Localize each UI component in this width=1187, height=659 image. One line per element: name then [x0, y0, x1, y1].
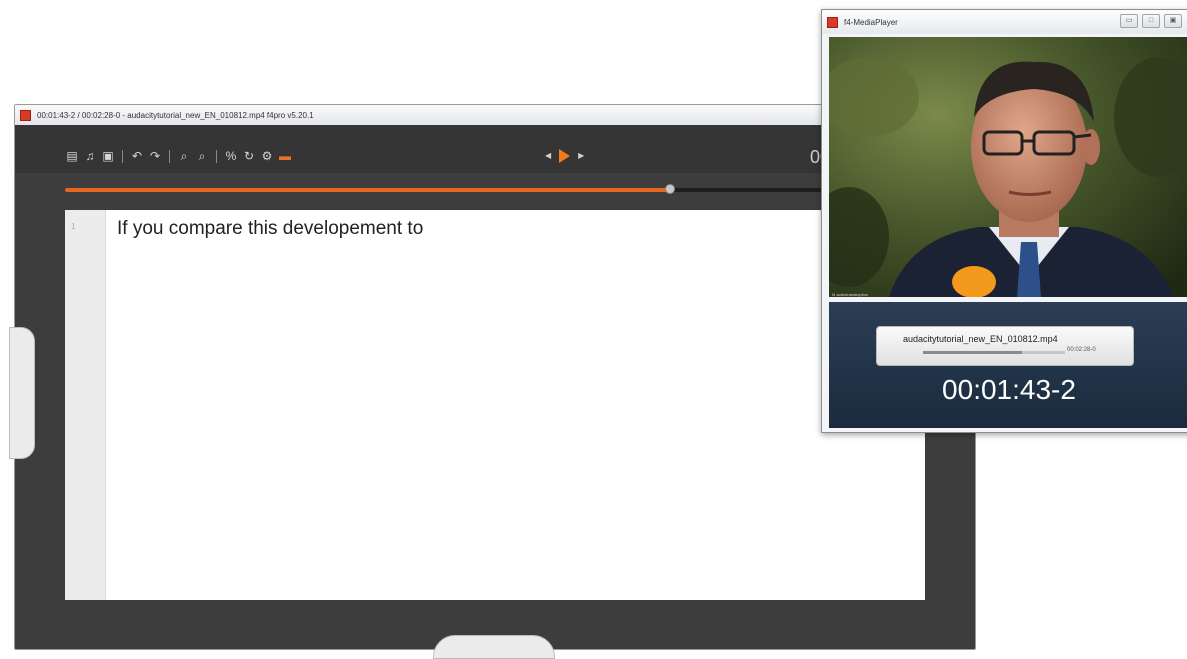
player-duration: 00:02:28-0: [1067, 347, 1096, 353]
window-controls: ▭ □ ▣: [1120, 14, 1182, 28]
refresh-icon[interactable]: ↻: [242, 149, 256, 163]
video-caption: f4 audiotranskription: [832, 292, 869, 297]
music-note-icon[interactable]: ♫: [83, 149, 97, 163]
bottom-panel-handle[interactable]: [433, 635, 555, 659]
close-button[interactable]: ▣: [1164, 14, 1182, 28]
side-panel-handle[interactable]: [9, 327, 35, 459]
document-icon[interactable]: ▤: [65, 149, 79, 163]
toolbar-divider: [216, 149, 217, 163]
tool-group: ▤ ♫ ▣ ↶ ↷ ⌕ ⌕ % ↻ ⚙ ▬: [65, 149, 292, 163]
rewind-icon[interactable]: ◀: [545, 149, 551, 163]
transport-controls: ◀ ▶: [545, 149, 584, 163]
line-number-gutter: 1: [65, 210, 106, 600]
main-window-title: 00:01:43-2 / 00:02:28-0 - audacitytutori…: [37, 110, 314, 120]
video-image: [829, 37, 1187, 297]
toolbar-divider: [122, 149, 123, 163]
file-info-box: audacitytutorial_new_EN_010812.mp4 00:02…: [876, 326, 1134, 366]
app-icon: [20, 109, 31, 121]
playback-progress-knob[interactable]: [665, 184, 676, 194]
zoom-out-icon[interactable]: ⌕: [195, 149, 209, 163]
video-frame[interactable]: f4 audiotranskription: [829, 37, 1187, 297]
transcript-text[interactable]: If you compare this developement to: [117, 218, 423, 240]
player-progress-bar[interactable]: [923, 351, 1065, 354]
player-filename: audacitytutorial_new_EN_010812.mp4: [903, 334, 1058, 344]
toolbar-divider: [169, 149, 170, 163]
zoom-in-icon[interactable]: ⌕: [177, 149, 191, 163]
play-icon[interactable]: [559, 149, 571, 163]
player-info-panel: audacitytutorial_new_EN_010812.mp4 00:02…: [829, 302, 1187, 428]
current-time: 00:01:43-2: [942, 374, 1076, 405]
save-icon[interactable]: ▣: [101, 149, 115, 163]
forward-icon[interactable]: ▶: [578, 149, 584, 163]
redo-icon[interactable]: ↷: [148, 149, 162, 163]
maximize-button[interactable]: □: [1142, 14, 1160, 28]
minimize-button[interactable]: ▭: [1120, 14, 1138, 28]
undo-icon[interactable]: ↶: [130, 149, 144, 163]
line-number: 1: [71, 222, 76, 231]
percent-icon[interactable]: %: [224, 149, 238, 163]
settings-icon[interactable]: ⚙: [260, 149, 274, 163]
transcript-editor[interactable]: 1 If you compare this developement to: [65, 210, 925, 600]
media-player-window: f4-MediaPlayer ▭ □ ▣ f4 audiotranskripti…: [821, 9, 1187, 433]
player-title: f4-MediaPlayer: [844, 17, 898, 27]
player-titlebar[interactable]: f4-MediaPlayer ▭ □ ▣: [822, 10, 1187, 34]
player-app-icon: [827, 16, 838, 28]
media-player-icon[interactable]: ▬: [278, 149, 292, 163]
player-progress-fill: [923, 351, 1023, 354]
playback-progress-fill: [65, 188, 671, 192]
